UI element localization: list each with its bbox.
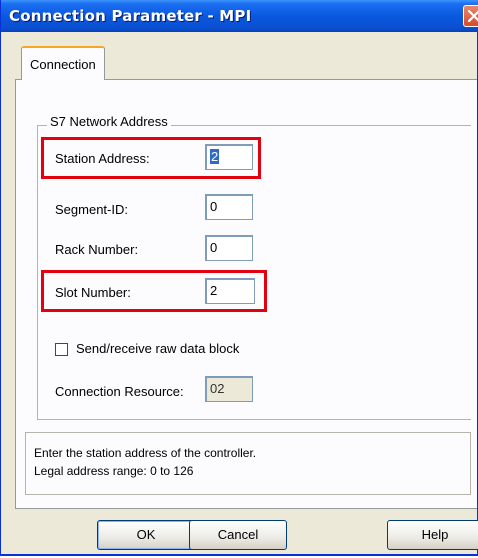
window-title: Connection Parameter - MPI [9,7,252,25]
info-line-1: Enter the station address of the control… [34,446,257,460]
close-button[interactable] [463,5,478,27]
tab-label: Connection [30,57,96,72]
connection-resource-value: 02 [210,381,225,396]
rack-number-value: 0 [210,240,218,255]
segment-id-label: Segment-ID: [55,202,128,217]
connection-resource-label: Connection Resource: [55,384,184,399]
info-box: Enter the station address of the control… [25,432,471,495]
connection-resource-field: 02 [205,376,253,402]
rack-number-label: Rack Number: [55,242,139,257]
cancel-button[interactable]: Cancel [189,520,287,550]
raw-data-checkbox[interactable] [55,343,68,356]
station-address-highlight [41,137,261,179]
close-icon [468,10,478,22]
dialog-window: Connection Parameter - MPI Connection S7… [0,0,478,556]
rack-number-field[interactable]: 0 [205,235,253,261]
raw-data-label: Send/receive raw data block [76,341,240,356]
tab-connection[interactable]: Connection [21,46,105,80]
segment-id-value: 0 [210,199,218,214]
group-title: S7 Network Address [47,114,171,129]
title-bar[interactable]: Connection Parameter - MPI [1,0,478,32]
segment-id-field[interactable]: 0 [205,194,253,220]
ok-button[interactable]: OK [97,520,195,550]
info-line-2: Legal address range: 0 to 126 [34,464,194,478]
help-button[interactable]: Help [387,520,478,550]
slot-number-highlight [41,270,267,312]
